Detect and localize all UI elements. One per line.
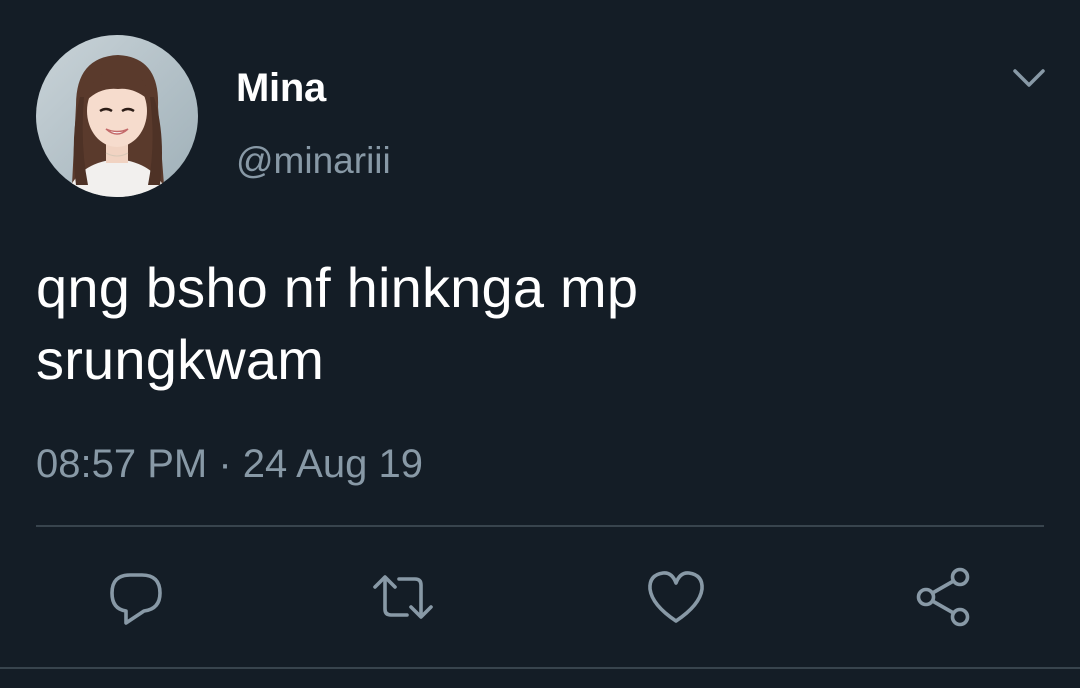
tweet-card: Mina @minariii qng bsho nf hinknga mp sr… (0, 0, 1080, 688)
tweet-text: qng bsho nf hinknga mp srungkwam (36, 252, 1036, 396)
retweet-icon (373, 575, 433, 619)
tweet-text-line: srungkwam (36, 328, 325, 391)
tweet-timestamp[interactable]: 08:57 PM · 24 Aug 19 (36, 440, 423, 488)
chevron-down-icon[interactable] (1006, 58, 1052, 98)
share-button[interactable] (912, 565, 976, 629)
reply-icon (110, 573, 162, 625)
like-button[interactable] (644, 565, 708, 629)
divider (0, 667, 1080, 669)
user-handle[interactable]: @minariii (236, 138, 391, 184)
divider (36, 525, 1044, 527)
heart-icon (648, 571, 704, 623)
avatar[interactable] (36, 35, 198, 197)
retweet-button[interactable] (371, 565, 435, 629)
display-name[interactable]: Mina (236, 64, 326, 112)
tweet-text-line: qng bsho nf hinknga mp (36, 256, 639, 319)
reply-button[interactable] (104, 565, 168, 629)
avatar-image (36, 35, 198, 197)
share-icon (916, 567, 970, 627)
